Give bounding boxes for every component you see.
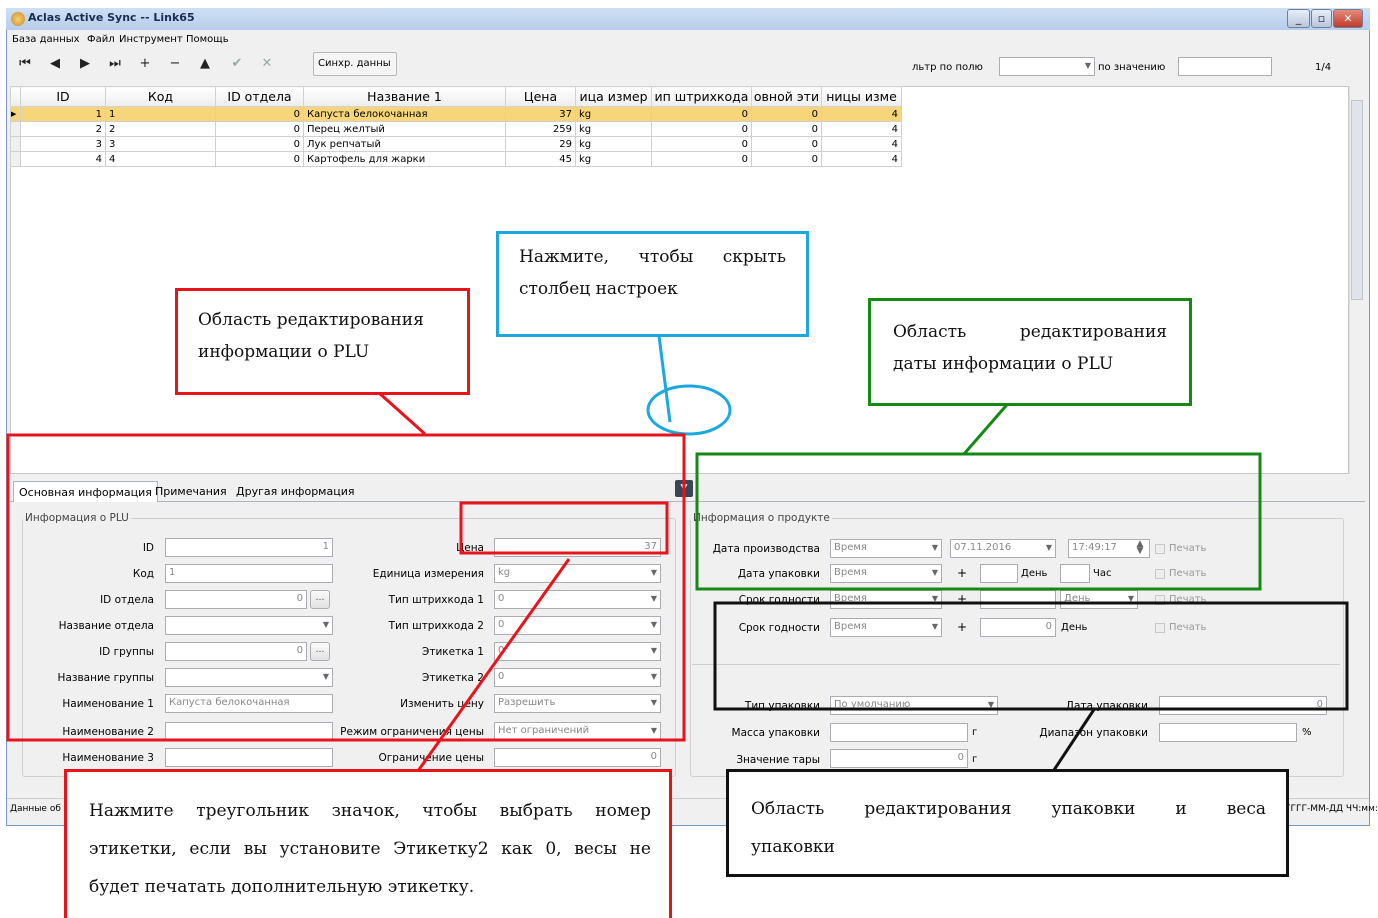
callout-line-text: будет печатать дополнительную этикетку. [89,877,475,897]
callout-line-text: упаковки [751,837,835,857]
plu-area-callout: Область редактирования информации о PLU [175,288,470,395]
collapse-highlight-ellipse [646,384,732,436]
callout-line-text: Область редактирования [893,322,1167,342]
label-select-callout: Нажмите треугольник значок, чтобы выбрат… [64,769,672,918]
price-area-frame [459,501,669,555]
callout-line-text: Область редактирования упаковки и веса [751,799,1266,819]
callout-line-text: даты информации о PLU [893,354,1114,374]
date-area-callout: Область редактирования даты информации о… [868,298,1192,406]
callout-line-text: этикетки, если вы установите Этикетку2 к… [89,839,651,859]
callout-line [401,558,571,793]
callout-line-text: Нажмите, чтобы скрыть [519,247,786,267]
plu-area-frame [6,433,686,742]
pack-area-callout: Область редактирования упаковки и веса у… [726,769,1289,877]
callout-line-text: столбец настроек [519,279,678,299]
callout-line [657,335,672,423]
callout-line-text: информации о PLU [198,342,370,362]
callout-line-text: Нажмите треугольник значок, чтобы выбрат… [89,801,651,821]
callout-line [377,390,426,436]
date-area-frame [695,452,1262,591]
pack-area-frame [713,601,1349,711]
hide-settings-callout: Нажмите, чтобы скрыть столбец настроек [496,231,809,337]
callout-line [1052,707,1097,771]
callout-line-text: Область редактирования [198,310,424,330]
